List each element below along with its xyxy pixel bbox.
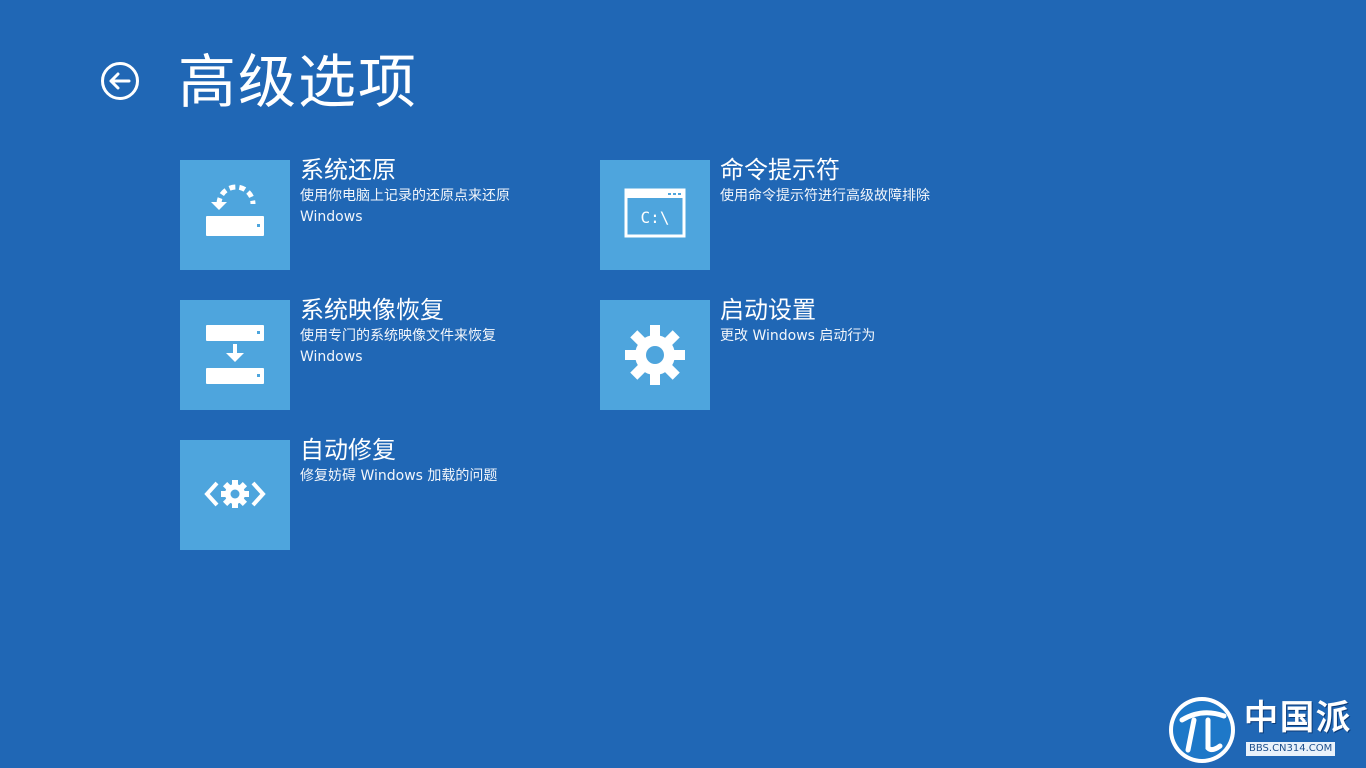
option-system-image-recovery[interactable]: 系统映像恢复 使用专门的系统映像文件来恢复 Windows bbox=[180, 296, 560, 412]
option-description: 更改 Windows 启动行为 bbox=[720, 326, 980, 347]
option-description-line: 使用你电脑上记录的还原点来还原 bbox=[300, 188, 510, 204]
watermark-logo: 中国派 BBS.CN314.COM bbox=[1164, 690, 1364, 766]
option-title: 命令提示符 bbox=[720, 156, 840, 184]
option-startup-settings[interactable]: 启动设置 更改 Windows 启动行为 bbox=[600, 296, 980, 412]
option-title: 自动修复 bbox=[300, 436, 396, 464]
option-tile bbox=[600, 300, 710, 410]
option-description: 使用专门的系统映像文件来恢复 Windows bbox=[300, 326, 560, 368]
option-tile bbox=[180, 440, 290, 550]
option-title: 系统映像恢复 bbox=[300, 296, 444, 324]
command-prompt-glyph: C:\ bbox=[641, 208, 670, 227]
watermark-url: BBS.CN314.COM bbox=[1246, 742, 1336, 756]
automatic-repair-icon bbox=[204, 480, 266, 508]
option-title: 系统还原 bbox=[300, 156, 396, 184]
option-command-prompt[interactable]: C:\ 命令提示符 使用命令提示符进行高级故障排除 bbox=[600, 156, 980, 272]
command-prompt-icon: C:\ bbox=[624, 188, 686, 238]
option-description-line: 使用命令提示符进行高级故障排除 bbox=[720, 188, 930, 204]
option-description-line: 使用专门的系统映像文件来恢复 bbox=[300, 328, 496, 344]
back-button[interactable] bbox=[100, 61, 140, 101]
option-description-line: 更改 Windows 启动行为 bbox=[720, 328, 876, 344]
option-description-line: Windows bbox=[300, 349, 363, 365]
watermark-emblem-icon bbox=[1169, 697, 1235, 763]
option-description: 使用你电脑上记录的还原点来还原 Windows bbox=[300, 186, 560, 228]
option-title: 启动设置 bbox=[720, 296, 816, 324]
system-image-recovery-icon bbox=[206, 325, 264, 384]
option-tile: C:\ bbox=[600, 160, 710, 270]
option-description-line: 修复妨碍 Windows 加载的问题 bbox=[300, 468, 498, 484]
page-title: 高级选项 bbox=[178, 48, 419, 116]
option-description: 使用命令提示符进行高级故障排除 bbox=[720, 186, 980, 207]
option-automatic-repair[interactable]: 自动修复 修复妨碍 Windows 加载的问题 bbox=[180, 436, 560, 552]
option-tile bbox=[180, 300, 290, 410]
system-restore-icon bbox=[206, 184, 264, 236]
option-description-line: Windows bbox=[300, 209, 363, 225]
watermark-text: 中国派 bbox=[1244, 698, 1352, 738]
option-system-restore[interactable]: 系统还原 使用你电脑上记录的还原点来还原 Windows bbox=[180, 156, 560, 272]
startup-settings-gear-icon bbox=[625, 325, 685, 385]
back-arrow-circle-icon bbox=[101, 62, 139, 100]
option-tile bbox=[180, 160, 290, 270]
option-description: 修复妨碍 Windows 加载的问题 bbox=[300, 466, 560, 487]
